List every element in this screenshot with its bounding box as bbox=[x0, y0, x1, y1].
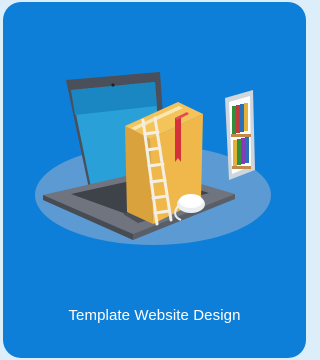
bookshelf-icon bbox=[231, 103, 251, 169]
card-caption: Template Website Design bbox=[68, 307, 241, 324]
laptop-books-illustration bbox=[35, 72, 271, 245]
template-card[interactable]: Template Website Design bbox=[3, 2, 306, 358]
phone-icon bbox=[225, 90, 255, 180]
